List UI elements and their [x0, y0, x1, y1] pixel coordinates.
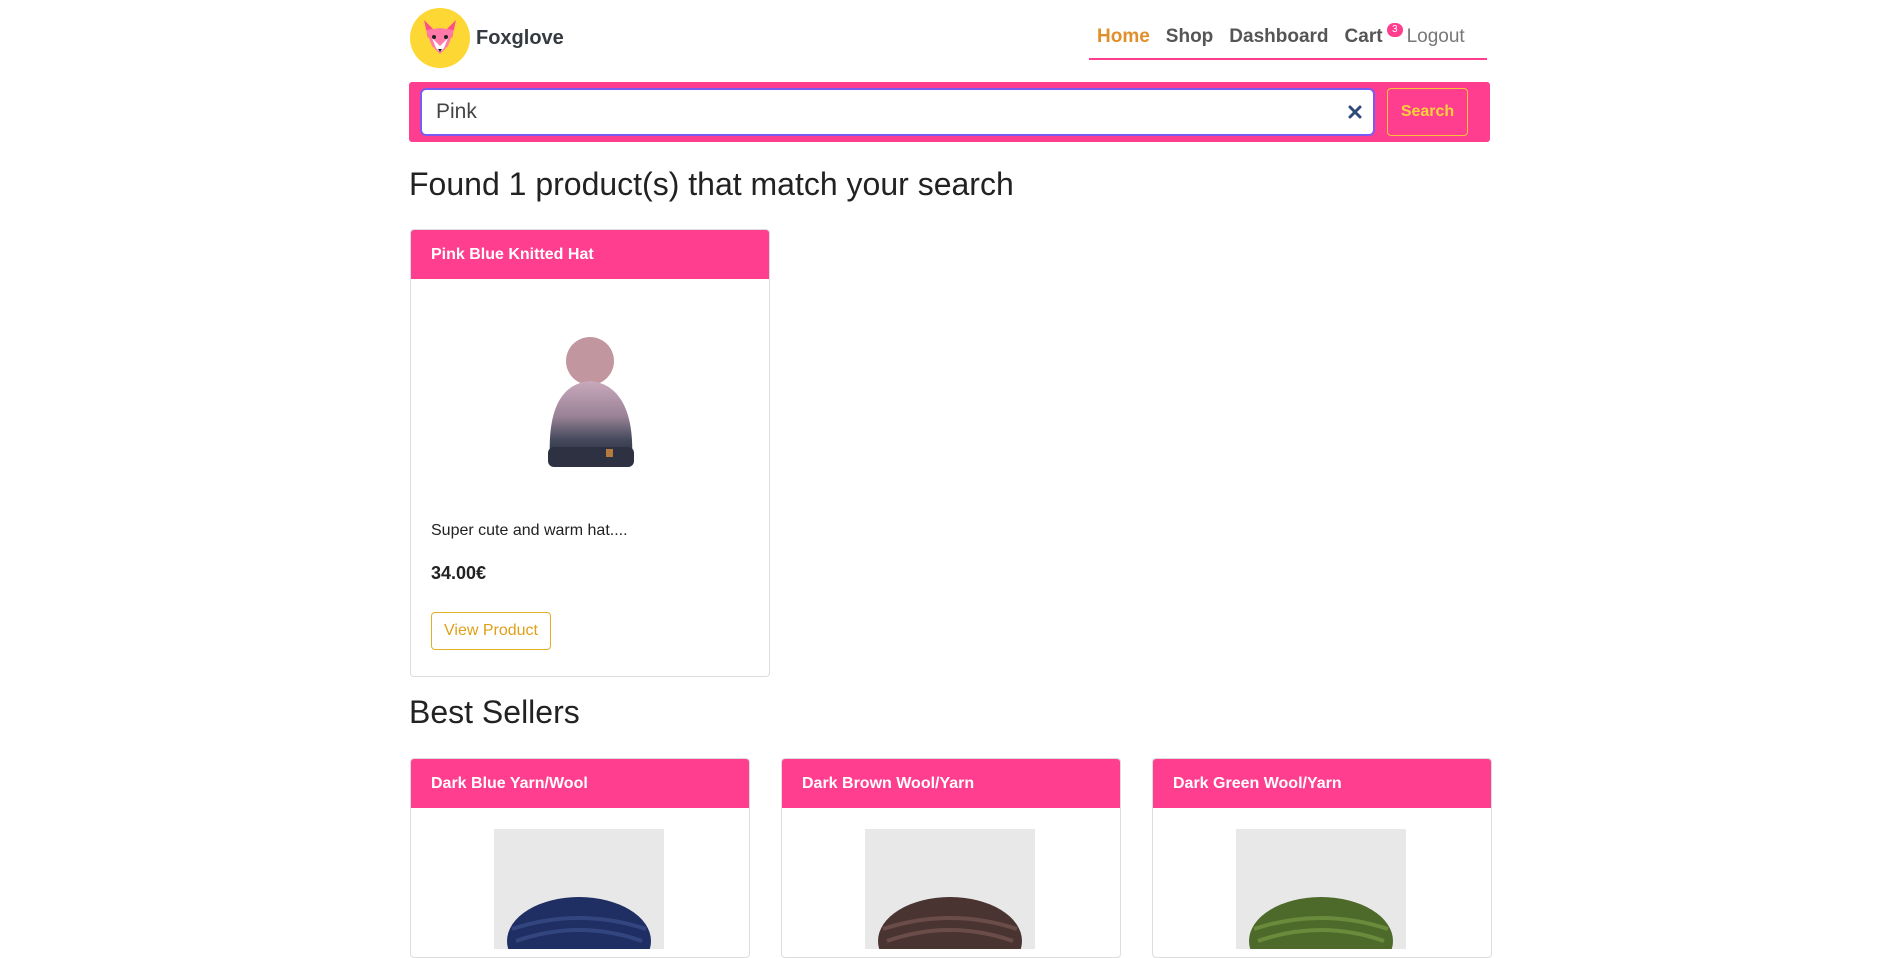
fox-icon	[410, 8, 470, 68]
nav-home[interactable]: Home	[1097, 26, 1150, 48]
main-nav: Home Shop Dashboard Cart 3 Logout	[1089, 18, 1487, 60]
bestseller-card: Dark Blue Yarn/Wool	[410, 758, 750, 958]
page: Foxglove Home Shop Dashboard Cart 3 Logo…	[0, 0, 1893, 958]
product-price: 34.00€	[431, 563, 487, 583]
bestseller-card: Dark Brown Wool/Yarn	[781, 758, 1121, 958]
nav-dashboard[interactable]: Dashboard	[1229, 26, 1328, 48]
search-bar: Search	[409, 82, 1490, 142]
brand-name: Foxglove	[476, 26, 564, 49]
product-card-title: Pink Blue Knitted Hat	[411, 230, 769, 279]
product-description: Super cute and warm hat....	[431, 522, 628, 539]
nav-cart[interactable]: Cart	[1345, 26, 1383, 47]
product-image	[526, 329, 656, 489]
results-heading: Found 1 product(s) that match your searc…	[409, 166, 1014, 202]
bestseller-card-title: Dark Brown Wool/Yarn	[782, 759, 1120, 808]
product-image	[494, 829, 664, 949]
nav-logout[interactable]: Logout	[1407, 26, 1465, 48]
nav-shop[interactable]: Shop	[1166, 26, 1214, 48]
bestseller-card-title: Dark Green Wool/Yarn	[1153, 759, 1491, 808]
search-input[interactable]	[420, 88, 1375, 136]
search-button[interactable]: Search	[1387, 88, 1468, 136]
product-image	[1236, 829, 1406, 949]
view-product-button[interactable]: View Product	[431, 612, 551, 650]
bestseller-card-title: Dark Blue Yarn/Wool	[411, 759, 749, 808]
brand[interactable]: Foxglove	[410, 8, 564, 68]
cart-count-badge: 3	[1387, 23, 1403, 37]
product-card: Pink Blue Knitted Hat Super cute and war…	[410, 229, 770, 677]
bestseller-card: Dark Green Wool/Yarn	[1152, 758, 1492, 958]
best-sellers-heading: Best Sellers	[409, 694, 580, 730]
close-icon[interactable]	[1342, 99, 1368, 125]
product-image	[865, 829, 1035, 949]
nav-cart-wrapper: Cart 3	[1345, 23, 1403, 48]
